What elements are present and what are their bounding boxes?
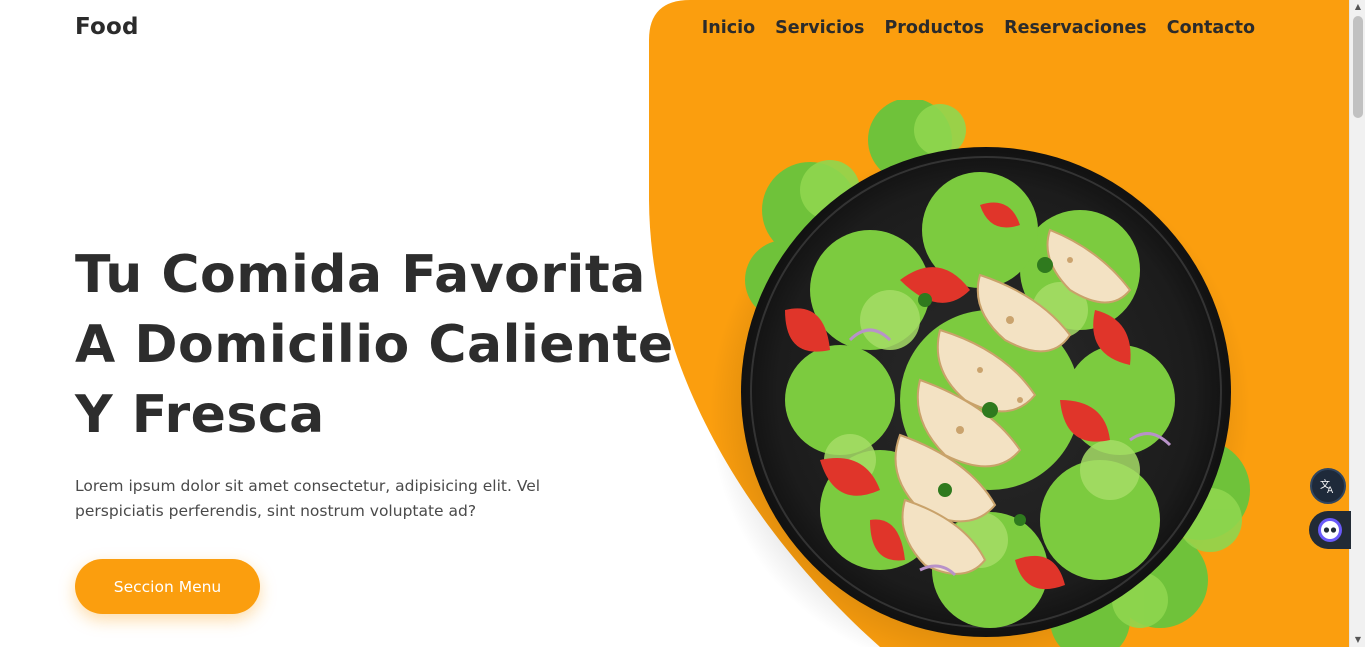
nav-item-servicios[interactable]: Servicios [775, 18, 864, 38]
nav-item-contacto[interactable]: Contacto [1167, 18, 1255, 38]
main-nav: Inicio Servicios Productos Reservaciones… [702, 18, 1255, 38]
scroll-up-arrow-icon[interactable]: ▲ [1353, 2, 1363, 12]
hero-headline: Tu Comida Favorita A Domicilio Caliente … [75, 240, 675, 450]
salad-bowl-image [690, 98, 1310, 647]
scrollbar-thumb[interactable] [1353, 16, 1363, 118]
headline-line-3: Y Fresca [75, 385, 325, 445]
hero-lead-text: Lorem ipsum dolor sit amet consectetur, … [75, 477, 541, 520]
translate-button[interactable]: 文 A [1310, 468, 1346, 504]
menu-section-button[interactable]: Seccion Menu [75, 559, 260, 614]
assistant-icon [1318, 518, 1342, 542]
headline-line-2: A Domicilio Caliente [75, 315, 674, 375]
scroll-down-arrow-icon[interactable]: ▼ [1353, 635, 1363, 645]
nav-item-reservaciones[interactable]: Reservaciones [1004, 18, 1147, 38]
headline-line-1: Tu Comida Favorita [75, 245, 646, 305]
nav-item-productos[interactable]: Productos [884, 18, 984, 38]
site-logo[interactable]: Food [75, 14, 139, 40]
page-scrollbar[interactable]: ▲ ▼ [1349, 0, 1365, 647]
svg-text:A: A [1327, 486, 1334, 495]
translate-icon: 文 A [1320, 478, 1334, 495]
nav-item-inicio[interactable]: Inicio [702, 18, 755, 38]
assistant-button[interactable] [1309, 511, 1351, 549]
